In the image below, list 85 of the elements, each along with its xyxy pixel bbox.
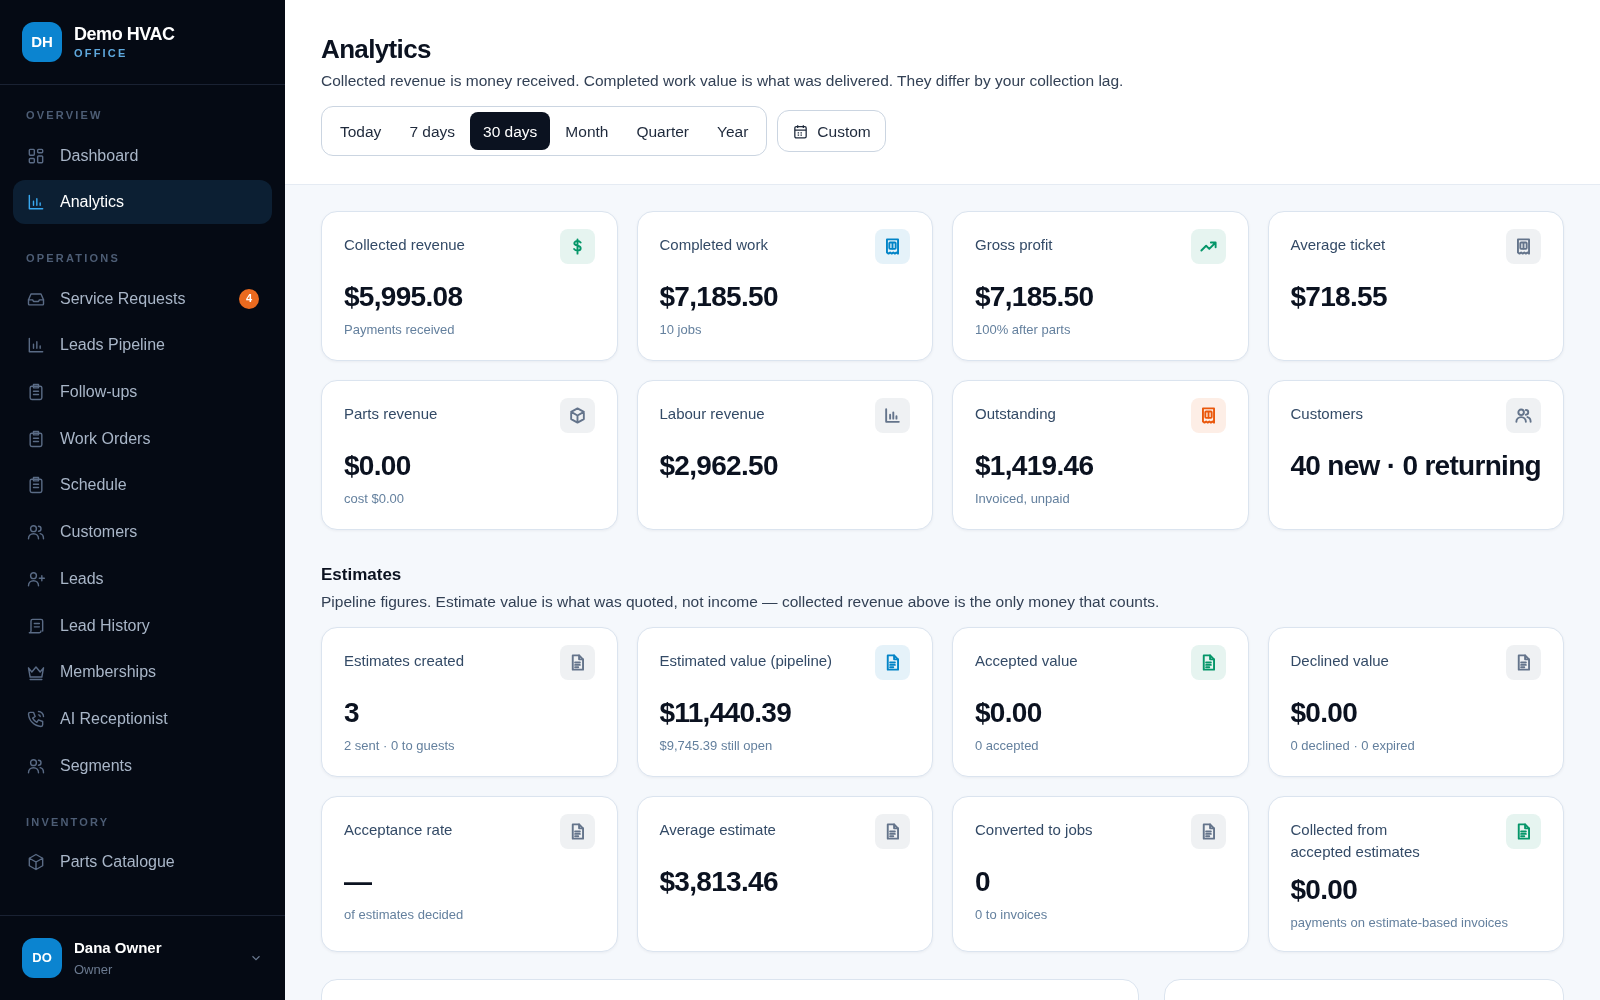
metric-note: payments on estimate-based invoices [1290,914,1509,932]
calendar-icon [792,122,810,140]
metric-note: of estimates decided [344,906,465,924]
metric-value: $718.55 [1290,280,1388,315]
metric-value: $7,185.50 [975,280,1095,315]
metric-value: $0.00 [344,449,412,484]
page-subtitle: Collected revenue is money received. Completed work value is what was delivered. They differ by your collection lag. [321,71,1125,91]
metric-value: $3,813.46 [659,865,779,899]
custom-range-button[interactable]: Custom [777,110,886,153]
brand-logo: DH [22,22,62,62]
metric-value: $2,962.50 [659,449,779,484]
brand-name: Demo HVAC [74,22,175,45]
metric-value: 40 new · 0 returning [1290,449,1541,484]
metric-value: 0 [975,865,991,899]
nav-item[interactable]: Memberships [13,650,272,695]
clipboard-icon [26,382,46,403]
count-badge: 4 [239,288,259,309]
metric-title: Converted to jobs [975,820,1093,840]
metric-note: 0 declined · 0 expired [1290,737,1416,755]
metric-note: 2 sent · 0 to guests [344,737,456,755]
user-avatar: DO [22,938,62,978]
metric-note: $9,745.39 still open [659,737,774,755]
metric-title: Collected from accepted estimates [1290,820,1421,862]
brand-subtitle: OFFICE [74,46,129,61]
metric-title: Customers [1290,404,1364,425]
nav-item[interactable]: Work Orders [13,416,272,461]
nav-item[interactable]: Schedule [13,463,272,508]
section-heading: OVERVIEW [25,108,104,123]
nav-item[interactable]: AI Receptionist [13,696,272,741]
nav-item[interactable]: Follow-ups [13,370,272,415]
nav-item[interactable]: Dashboard [13,133,272,178]
metric-title: Gross profit [975,235,1053,256]
metric-value: $0.00 [1290,873,1359,907]
nav-item[interactable]: Parts Catalogue [13,840,272,885]
metric-note: 0 to invoices [975,906,1049,924]
metric-title: Outstanding [975,404,1056,425]
metric-note: 100% after parts [975,321,1072,340]
range-tab[interactable]: Year [704,112,762,151]
metric-note: 10 jobs [659,321,703,340]
section-heading: OPERATIONS [25,251,121,267]
nav-item[interactable]: Leads Pipeline [13,323,272,368]
phone-icon [26,708,46,729]
metric-value: $0.00 [1290,696,1359,730]
section-title: Estimates [321,564,403,587]
metric-title: Completed work [659,235,768,256]
metric-note: Invoiced, unpaid [975,490,1071,509]
metric-title: Accepted value [975,651,1078,671]
page-title: Analytics [321,33,432,66]
box-icon [26,852,46,873]
metric-title: Collected revenue [344,235,465,256]
metric-value: $11,440.39 [659,696,793,730]
nav-item[interactable]: Customers [13,510,272,555]
metric-note: 0 accepted [975,737,1040,755]
clipboard-icon [26,475,46,496]
metric-value: $7,185.50 [659,280,779,315]
range-tab[interactable]: 7 days [396,112,469,151]
metric-note: cost $0.00 [344,490,405,509]
metric-title: Acceptance rate [344,820,453,840]
nav-item[interactable]: Segments [13,743,272,788]
metric-value: 3 [344,696,360,730]
range-tab[interactable]: Quarter [623,112,702,151]
clipboard-icon [26,428,46,449]
metric-title: Estimated value (pipeline) [659,651,833,671]
nav-item[interactable]: Leads [13,556,272,601]
metric-title: Parts revenue [344,404,438,425]
metric-title: Average estimate [659,820,776,840]
nav-item[interactable]: Analytics [13,180,272,225]
metric-value: — [344,865,373,899]
section-subtitle: Pipeline figures. Estimate value is what was quoted, not income — collected revenue above is the only money that counts. [321,591,1161,612]
metric-title: Estimates created [344,651,465,671]
metric-value: $0.00 [975,696,1043,730]
range-tab[interactable]: Month [552,112,622,151]
metric-value: $1,419.46 [975,449,1095,484]
range-tab[interactable]: Today [327,112,395,151]
metric-title: Declined value [1290,651,1389,671]
nav-item[interactable]: Service Requests 4 [13,276,272,321]
metric-note: Payments received [344,321,456,340]
metric-value: $5,995.08 [344,280,464,315]
section-heading: INVENTORY [25,814,111,830]
metric-title: Average ticket [1290,235,1386,256]
user-name: Dana Owner [74,938,163,958]
metric-title: Labour revenue [659,404,765,425]
user-role: Owner [74,960,114,979]
nav-item[interactable]: Lead History [13,603,272,648]
range-tab[interactable]: 30 days [470,112,551,151]
